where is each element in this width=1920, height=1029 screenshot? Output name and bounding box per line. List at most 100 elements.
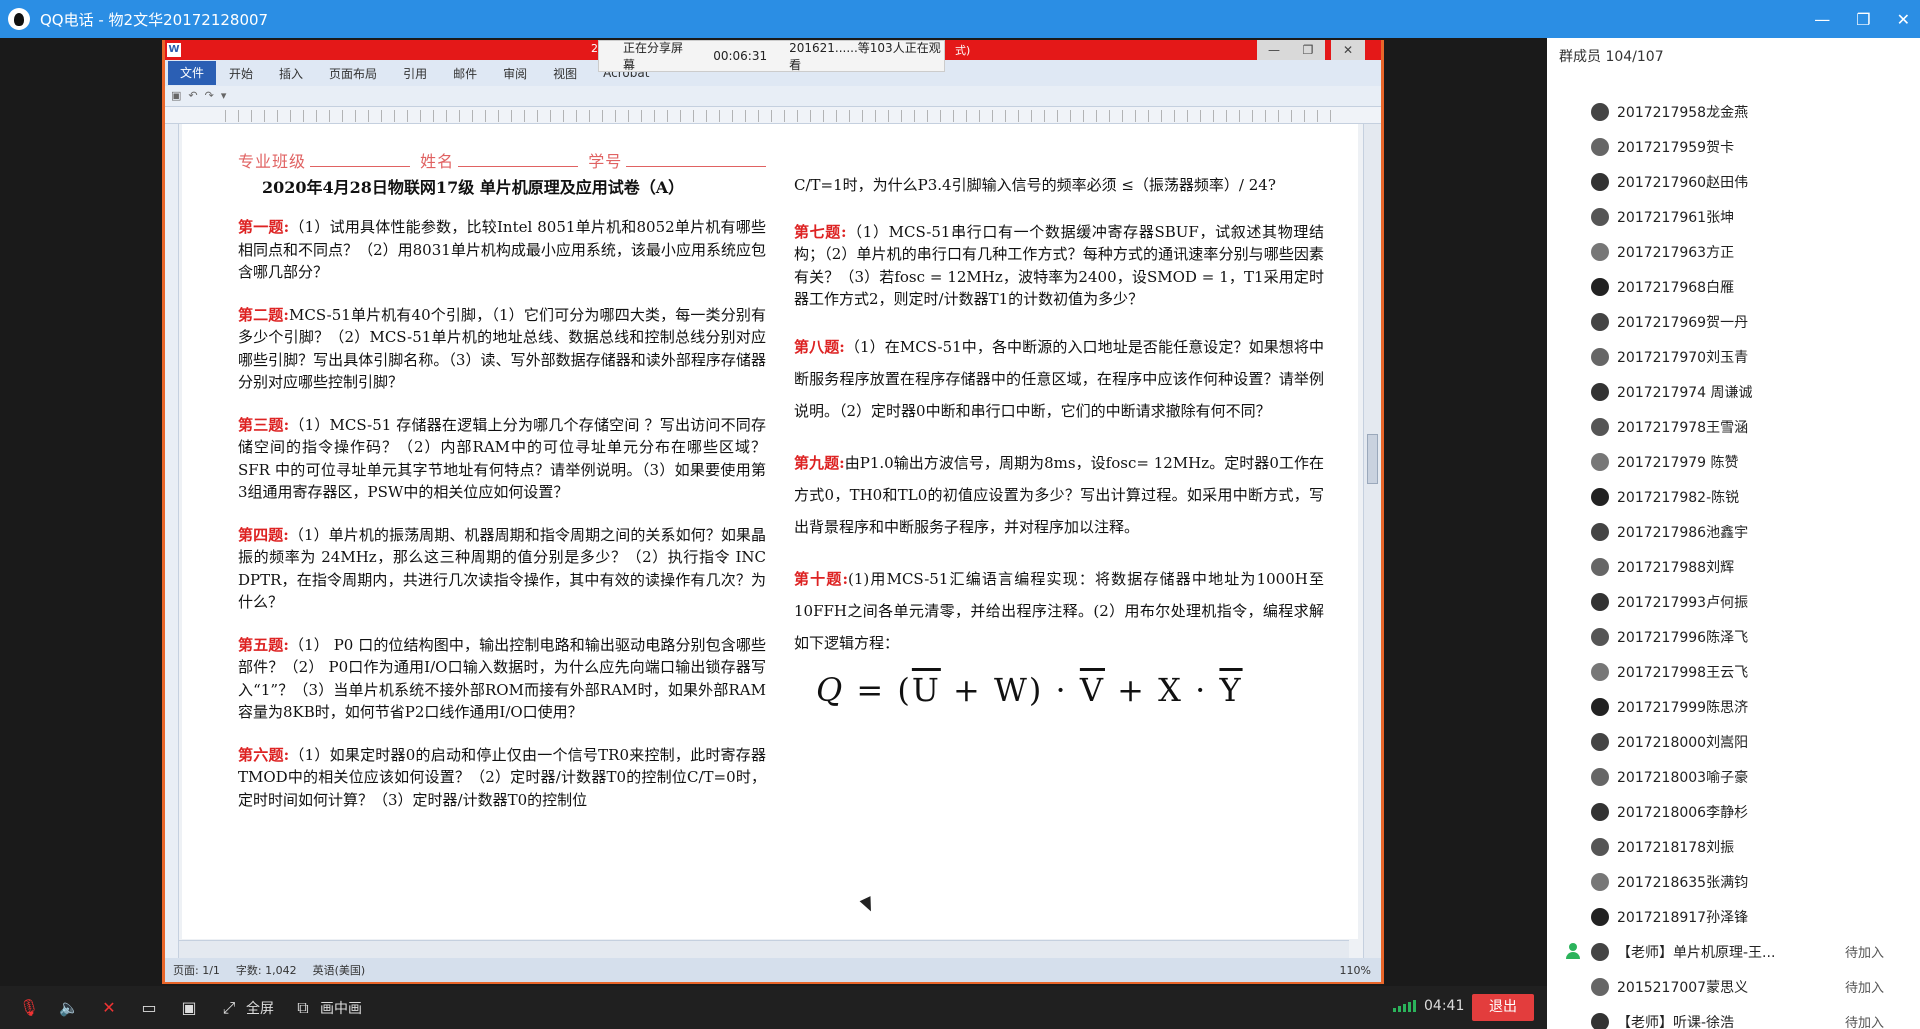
member-item[interactable]: 2017218000刘嵩阳 (1547, 724, 1920, 759)
member-name: 【老师】听课-徐浩 (1617, 1014, 1735, 1029)
tab-view[interactable]: 视图 (540, 65, 590, 82)
tab-references[interactable]: 引用 (390, 65, 440, 82)
avatar (1591, 872, 1609, 891)
maximize-button[interactable]: ❐ (1856, 10, 1870, 29)
language[interactable]: 英语(美国) (313, 962, 366, 978)
left-column: 第一题:（1）试用具体性能参数，比较Intel 8051单片机和8052单片机有… (238, 216, 766, 831)
scrollbar-thumb[interactable] (1367, 434, 1378, 484)
member-name: 2017217986池鑫宇 (1617, 524, 1749, 541)
fullscreen-icon[interactable]: ⤢ (218, 997, 240, 1019)
member-item[interactable]: 2017217988刘辉 (1547, 549, 1920, 584)
question-6-continued: C/T=1时，为什么P3.4引脚输入信号的频率必须 ≤（振荡器频率）/ 24? (794, 176, 1276, 194)
member-name: 2017218003喻子豪 (1617, 769, 1749, 786)
page-count[interactable]: 页面: 1/1 (173, 962, 220, 978)
member-item[interactable]: 2017217963方正 (1547, 234, 1920, 269)
word-close-button[interactable]: ✕ (1331, 40, 1365, 60)
horizontal-scrollbar[interactable] (179, 940, 1349, 958)
share-screen-icon[interactable]: ▭ (138, 997, 160, 1019)
member-status: 待加入 (1845, 981, 1885, 996)
doc-title: 2020年4月28日物联网17级 单片机原理及应用试卷（A） (262, 178, 685, 197)
tab-review[interactable]: 审阅 (490, 65, 540, 82)
question-8: 第八题:（1）在MCS-51中，各中断源的入口地址是否能任意设定？如果想将中断服… (794, 337, 1324, 420)
tab-insert[interactable]: 插入 (266, 65, 316, 82)
customize-icon[interactable]: ▾ (221, 89, 227, 102)
member-item[interactable]: 2017218917孙泽锋 (1547, 899, 1920, 934)
member-item[interactable]: 2015217007蒙思义 待加入 (1547, 969, 1920, 1004)
member-item[interactable]: 【老师】单片机原理-王... 待加入 (1547, 934, 1920, 969)
undo-icon[interactable]: ↶ (188, 89, 197, 102)
zoom-level[interactable]: 110% (1340, 964, 1371, 977)
member-item[interactable]: 2017217978王雪涵 (1547, 409, 1920, 444)
camera-off-icon[interactable]: ✕ (98, 997, 120, 1019)
avatar (1591, 942, 1609, 961)
tab-page-layout[interactable]: 页面布局 (316, 65, 390, 82)
word-minimize-button[interactable]: — (1257, 40, 1291, 60)
window-title: QQ电话 - 物2文华20172128007 (40, 10, 269, 29)
pip-button[interactable]: 画中画 (320, 998, 362, 1018)
member-item[interactable]: 2017217986池鑫宇 (1547, 514, 1920, 549)
member-item[interactable]: 2017217996陈泽飞 (1547, 619, 1920, 654)
call-timer: 04:41 (1424, 998, 1465, 1014)
avatar (1591, 487, 1609, 506)
member-name: 2017218917孙泽锋 (1617, 909, 1749, 926)
save-icon[interactable]: ▣ (171, 89, 181, 102)
minimize-button[interactable]: — (1814, 10, 1830, 29)
member-name: 2017218006李静杉 (1617, 804, 1749, 821)
vertical-scrollbar[interactable] (1363, 124, 1381, 962)
pip-icon[interactable]: ⧉ (292, 997, 314, 1019)
avatar (1591, 837, 1609, 856)
avatar (1591, 347, 1609, 366)
member-count: 群成员 104/107 (1559, 49, 1664, 65)
redo-icon[interactable]: ↷ (205, 89, 214, 102)
member-item[interactable]: 2017217959贺卡 (1547, 129, 1920, 164)
fullscreen-button[interactable]: 全屏 (246, 998, 274, 1018)
member-item[interactable]: 2017217968白雁 (1547, 269, 1920, 304)
host-user-icon (1565, 943, 1581, 959)
header-name-label: 姓名 (420, 152, 455, 171)
member-item[interactable]: 2017217993卢何振 (1547, 584, 1920, 619)
exit-button[interactable]: 退出 (1472, 994, 1534, 1021)
speaker-icon[interactable]: 🔈 (58, 997, 80, 1019)
member-item[interactable]: 2017218178刘振 (1547, 829, 1920, 864)
member-item[interactable]: 2017217998王云飞 (1547, 654, 1920, 689)
question-10: 第十题:(1)用MCS-51汇编语言编程实现：将数据存储器中地址为1000H至1… (794, 569, 1324, 652)
member-item[interactable]: 【老师】听课-徐浩 待加入 (1547, 1004, 1920, 1029)
member-item[interactable]: 2017217960赵田伟 (1547, 164, 1920, 199)
chat-icon[interactable]: ▣ (178, 997, 200, 1019)
member-name: 2017218635张满钧 (1617, 874, 1749, 891)
question-7: 第七题:（1）MCS-51串行口有一个数据缓冲寄存器SBUF，试叙述其物理结构；… (794, 222, 1324, 309)
doc-header: 专业班级 姓名 学号 (238, 148, 770, 172)
member-item[interactable]: 2017217979 陈赞 (1547, 444, 1920, 479)
share-viewers: 201621......等103人正在观看 (789, 41, 941, 72)
tab-file[interactable]: 文件 (168, 61, 217, 85)
question-4: 第四题:（1）单片机的振荡周期、机器周期和指令周期之间的关系如何？如果晶振的频率… (238, 525, 767, 612)
member-item[interactable]: 2017217974 周谦诚 (1547, 374, 1920, 409)
document-page[interactable]: 专业班级 姓名 学号 2020年4月28日物联网17级 单片机原理及应用试卷（A… (182, 124, 1358, 939)
word-count[interactable]: 字数: 1,042 (236, 962, 297, 978)
member-item[interactable]: 2017218635张满钧 (1547, 864, 1920, 899)
screen-share-bar: 正在分享屏幕 00:06:31 201621......等103人正在观看 (598, 40, 945, 72)
share-elapsed: 00:06:31 (713, 49, 768, 63)
member-item[interactable]: 2017218006李静杉 (1547, 794, 1920, 829)
member-name: 2017217968白雁 (1617, 279, 1735, 296)
signal-strength-icon (1393, 1000, 1416, 1012)
mic-muted-icon[interactable]: 🎙 (18, 997, 40, 1019)
tab-mailings[interactable]: 邮件 (440, 65, 490, 82)
member-item[interactable]: 2017217982-陈锐 (1547, 479, 1920, 514)
member-item[interactable]: 2017217969贺一丹 (1547, 304, 1920, 339)
member-item[interactable]: 2017218003喻子豪 (1547, 759, 1920, 794)
member-item[interactable]: 2017217961张坤 (1547, 199, 1920, 234)
member-name: 2017217963方正 (1617, 244, 1735, 261)
member-item[interactable]: 2017217999陈思济 (1547, 689, 1920, 724)
avatar (1591, 277, 1609, 296)
avatar (1591, 522, 1609, 541)
tab-home[interactable]: 开始 (216, 65, 266, 82)
member-name: 2017217960赵田伟 (1617, 174, 1749, 191)
member-item[interactable]: 2017217958龙金燕 (1547, 94, 1920, 129)
avatar (1591, 242, 1609, 261)
close-button[interactable]: ✕ (1897, 10, 1910, 29)
member-item[interactable]: 2017217970刘玉青 (1547, 339, 1920, 374)
member-list: 2017217958龙金燕 2017217959贺卡 2017217960赵田伟 20… (1547, 94, 1920, 1029)
word-maximize-button[interactable]: ❐ (1291, 40, 1325, 60)
question-9: 第九题:由P1.0输出方波信号，周期为8ms，设fosc= 12MHz。定时器0… (794, 453, 1324, 536)
